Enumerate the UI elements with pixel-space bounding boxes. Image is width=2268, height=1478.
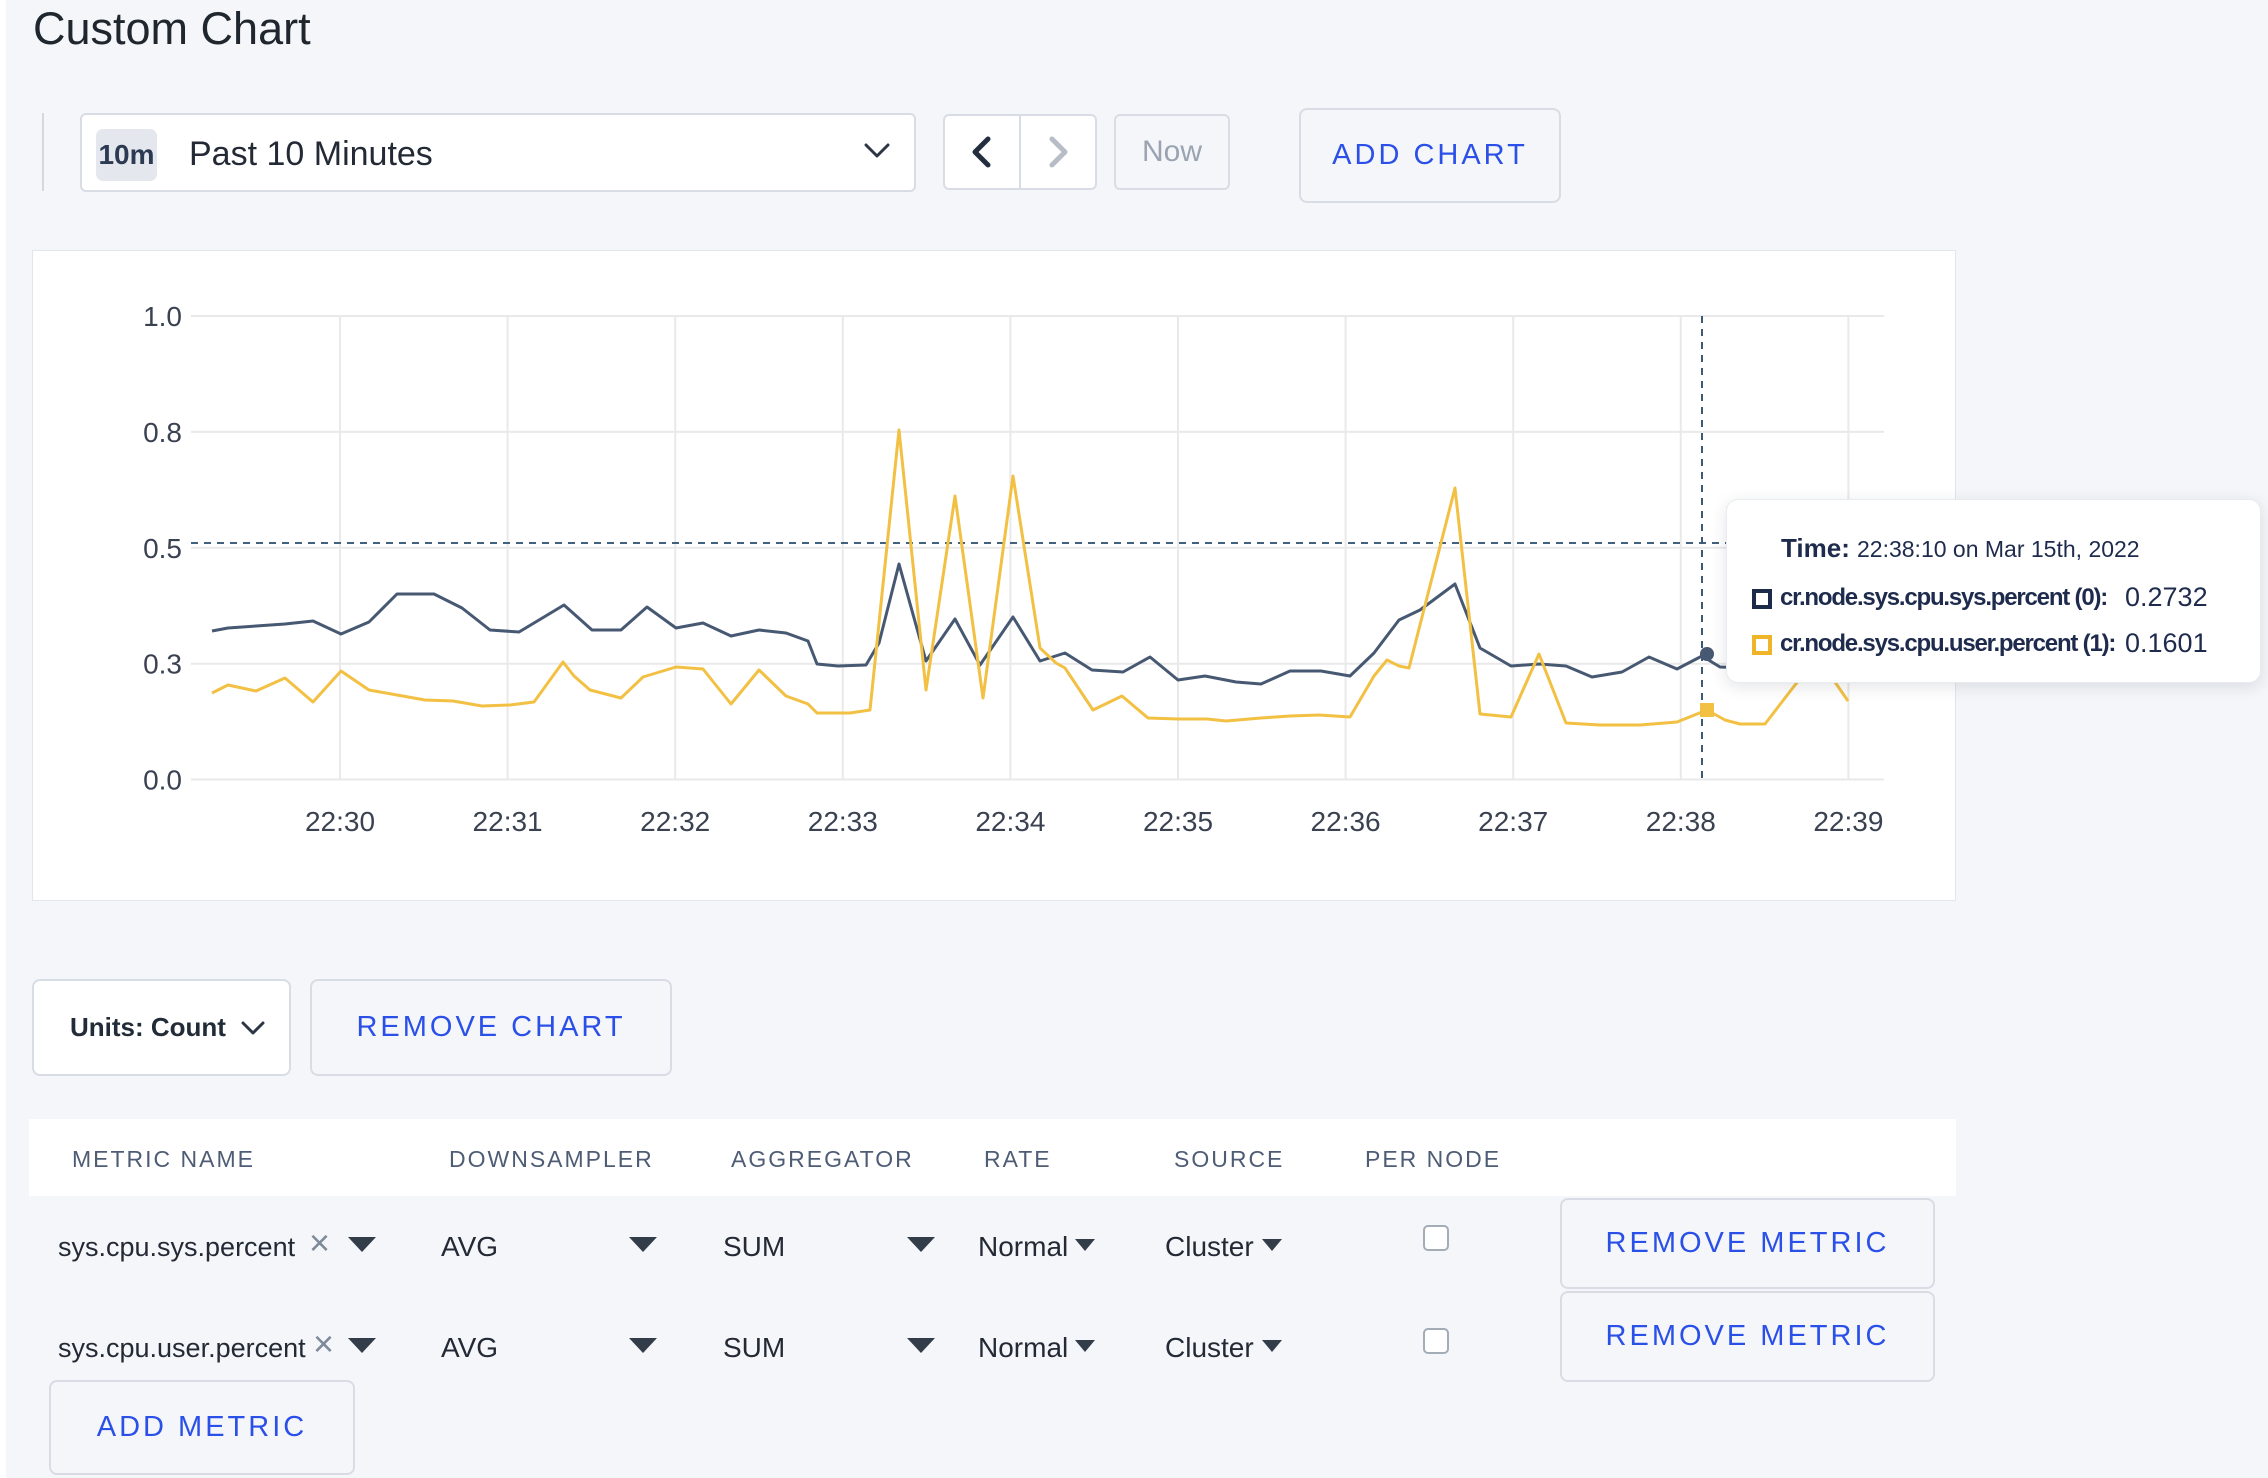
svg-text:22:32: 22:32 <box>640 806 710 837</box>
svg-text:1.0: 1.0 <box>143 301 182 332</box>
svg-text:0.3: 0.3 <box>143 649 182 680</box>
svg-text:22:35: 22:35 <box>1143 806 1213 837</box>
svg-text:22:33: 22:33 <box>808 806 878 837</box>
svg-text:0.0: 0.0 <box>143 765 182 796</box>
svg-text:22:36: 22:36 <box>1311 806 1381 837</box>
svg-text:0.8: 0.8 <box>143 417 182 448</box>
svg-text:22:39: 22:39 <box>1813 806 1883 837</box>
svg-text:22:30: 22:30 <box>305 806 375 837</box>
svg-text:22:34: 22:34 <box>975 806 1045 837</box>
svg-text:0.5: 0.5 <box>143 533 182 564</box>
svg-text:22:31: 22:31 <box>473 806 543 837</box>
svg-text:22:38: 22:38 <box>1646 806 1716 837</box>
svg-text:22:37: 22:37 <box>1478 806 1548 837</box>
